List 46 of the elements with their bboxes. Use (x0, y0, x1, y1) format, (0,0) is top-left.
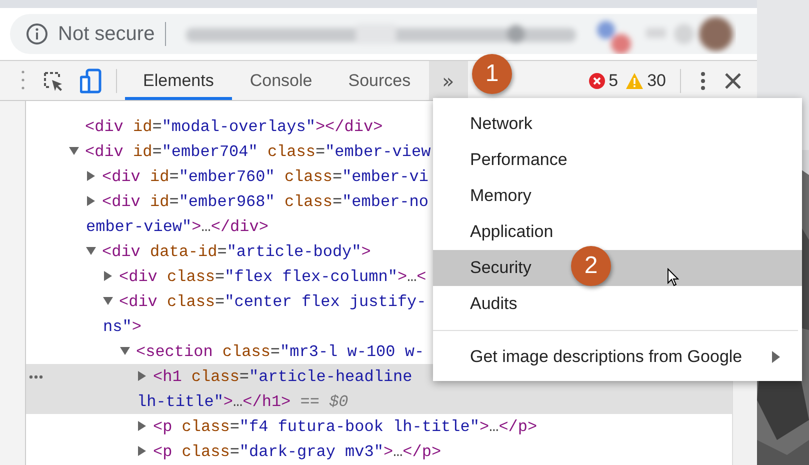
device-toolbar-icon[interactable] (80, 68, 102, 94)
close-icon[interactable] (725, 72, 741, 88)
code-line: <section class="mr3-l w-100 w- (136, 342, 424, 360)
expanded-arrow-icon[interactable] (103, 296, 113, 306)
code-line: <div id="ember704" class="ember-view (85, 142, 431, 160)
more-dots-icon[interactable] (29, 375, 43, 379)
code-line: <div id="modal-overlays"></div> (85, 118, 383, 136)
error-count: 5 (608, 70, 618, 90)
collapsed-arrow-icon[interactable] (86, 196, 96, 206)
code-line: ns"> (103, 318, 142, 336)
expanded-arrow-icon[interactable] (86, 246, 96, 256)
code-line: <div id="ember968" class="ember-no (102, 192, 428, 210)
inspect-element-icon[interactable] (42, 70, 64, 92)
panel-tab[interactable]: Console (232, 61, 330, 100)
expanded-arrow-icon[interactable] (120, 346, 130, 356)
code-line: <div class="flex flex-column">…< (119, 268, 426, 286)
error-icon (588, 72, 605, 88)
code-line: <div data-id="article-body"> (102, 242, 371, 260)
code-line: lh-title">…</h1> == $0 (137, 392, 348, 410)
code-line: ember-view">…</div> (86, 218, 268, 236)
collapsed-arrow-icon[interactable] (137, 421, 147, 431)
info-icon[interactable] (26, 23, 48, 45)
more-tabs-button[interactable]: » (428, 61, 468, 100)
warning-icon (626, 72, 644, 88)
warning-count: 30 (647, 70, 666, 90)
code-line: <p class="f4 futura-book lh-title">…</p> (153, 418, 538, 436)
submenu-arrow-icon (772, 351, 780, 363)
drag-handle-icon[interactable] (20, 69, 26, 91)
menu-item[interactable]: Audits (433, 286, 802, 322)
menu-item[interactable]: Network (433, 106, 802, 142)
mouse-cursor-icon (667, 268, 679, 287)
code-line: <p class="dark-gray mv3">…</p> (153, 442, 442, 460)
collapsed-arrow-icon[interactable] (137, 371, 147, 381)
security-label: Not secure (58, 22, 155, 46)
code-line: <h1 class="article-headline (153, 368, 412, 386)
menu-item[interactable]: Performance (433, 142, 802, 178)
collapsed-arrow-icon[interactable] (103, 271, 113, 281)
menu-item[interactable]: Memory (433, 178, 802, 214)
collapsed-arrow-icon[interactable] (137, 446, 147, 456)
selected-node-row[interactable]: lh-title">…</h1> == $0 (26, 389, 732, 414)
panel-tab[interactable]: Sources (330, 61, 429, 100)
kebab-menu-icon[interactable] (701, 72, 705, 90)
code-line: <div class="center flex justify- (119, 292, 426, 310)
expanded-arrow-icon[interactable] (69, 146, 79, 156)
code-line: <div id="ember760" class="ember-vi (102, 168, 428, 186)
collapsed-arrow-icon[interactable] (86, 171, 96, 181)
